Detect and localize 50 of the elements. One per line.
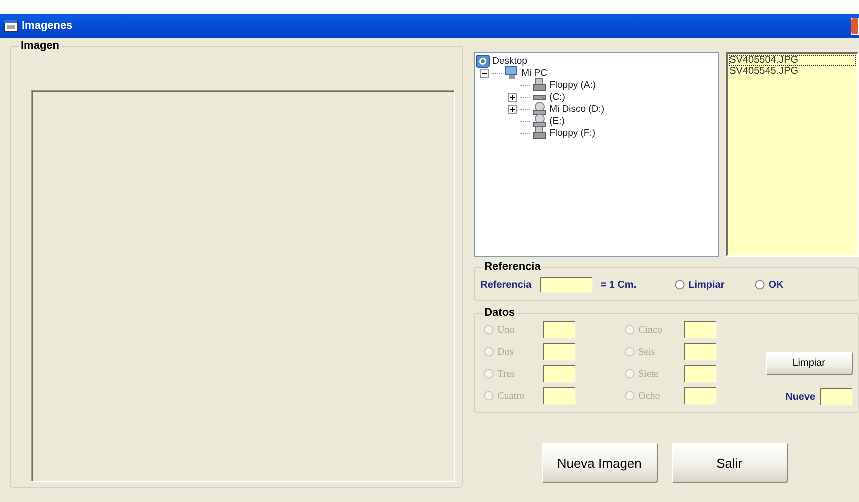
field-label: Referencia bbox=[480, 280, 532, 290]
tree-item[interactable]: Floppy (A:) bbox=[550, 80, 596, 90]
tree-item[interactable]: (E:) bbox=[550, 116, 565, 126]
group-title: Imagen bbox=[20, 40, 61, 52]
input-field[interactable] bbox=[684, 321, 717, 339]
expand-icon[interactable] bbox=[508, 92, 517, 102]
file-item[interactable]: SV405504.JPG bbox=[728, 55, 856, 66]
group-title: Datos bbox=[484, 307, 516, 319]
radio-label: Ocho bbox=[638, 390, 660, 402]
expand-icon[interactable] bbox=[508, 104, 517, 114]
exit-button[interactable]: Salir bbox=[672, 443, 788, 483]
radio-label: Siete bbox=[638, 368, 659, 380]
input-field[interactable] bbox=[684, 343, 717, 361]
group-title: Referencia bbox=[484, 261, 542, 273]
unit-label: = 1 Cm. bbox=[600, 280, 637, 290]
tree-item[interactable]: Floppy (F:) bbox=[550, 128, 596, 138]
radio-label: Seis bbox=[638, 346, 656, 358]
tree-item[interactable]: Mi Disco (D:) bbox=[550, 104, 604, 114]
close-icon[interactable] bbox=[851, 18, 859, 35]
input-field[interactable] bbox=[542, 365, 576, 383]
tree-item[interactable]: Mi PC bbox=[522, 68, 548, 78]
clear-button[interactable]: Limpiar bbox=[766, 352, 853, 375]
radio-label: Limpiar bbox=[688, 280, 725, 290]
input-field[interactable] bbox=[542, 387, 576, 405]
input-field[interactable] bbox=[540, 277, 593, 293]
input-field[interactable] bbox=[820, 388, 853, 406]
window-title: Imagenes bbox=[22, 20, 73, 32]
cd-drive-icon bbox=[532, 102, 547, 116]
cd-drive-icon bbox=[532, 114, 547, 128]
new-image-button[interactable]: Nueva Imagen bbox=[542, 443, 658, 483]
radio-label: Uno bbox=[498, 324, 515, 336]
input-field[interactable] bbox=[684, 365, 717, 383]
radio-label: Cinco bbox=[638, 324, 662, 336]
tree-item[interactable]: Desktop bbox=[492, 56, 528, 66]
radio-label: Cuatro bbox=[498, 390, 525, 402]
radio-label: OK bbox=[768, 280, 784, 290]
drive-icon bbox=[532, 126, 547, 140]
radio-label: Dos bbox=[498, 346, 514, 358]
file-item[interactable]: SV405545.JPG bbox=[728, 66, 856, 77]
input-field[interactable] bbox=[684, 387, 717, 405]
radio-label: Tres bbox=[498, 368, 516, 380]
radio-button[interactable] bbox=[754, 280, 765, 290]
tree-item[interactable]: (C:) bbox=[550, 92, 566, 102]
collapse-icon[interactable] bbox=[480, 68, 489, 78]
radio-button[interactable] bbox=[674, 280, 685, 290]
window-icon bbox=[4, 20, 18, 32]
input-field[interactable] bbox=[542, 321, 576, 339]
field-label: Nueve bbox=[786, 392, 816, 402]
computer-icon bbox=[504, 66, 519, 80]
input-field[interactable] bbox=[542, 343, 576, 361]
